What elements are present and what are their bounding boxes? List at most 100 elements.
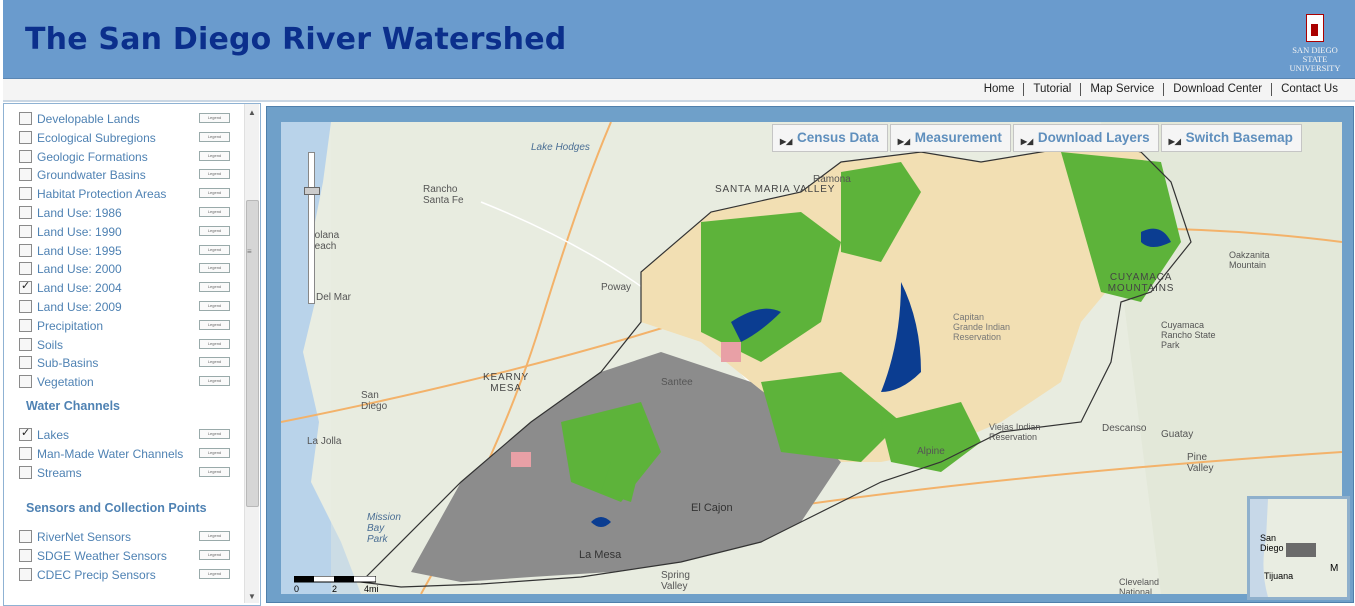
scroll-down-arrow-icon[interactable]: ▼ xyxy=(248,592,256,601)
layer-label[interactable]: CDEC Precip Sensors xyxy=(37,568,156,582)
layer-checkbox[interactable] xyxy=(19,149,32,163)
layer-row[interactable]: Sub-Basins Legend xyxy=(19,355,245,371)
layer-checkbox[interactable] xyxy=(19,337,32,351)
layer-label[interactable]: Man-Made Water Channels xyxy=(37,447,183,461)
legend-button[interactable]: Legend xyxy=(199,282,230,293)
overview-map[interactable]: San Diego Tijuana M xyxy=(1247,496,1350,600)
layer-row[interactable]: Land Use: 1986 Legend xyxy=(19,205,245,221)
layer-label[interactable]: Land Use: 2000 xyxy=(37,262,122,276)
layer-row[interactable]: Habitat Protection Areas Legend xyxy=(19,186,245,202)
layer-label[interactable]: Ecological Subregions xyxy=(37,131,156,145)
layer-row[interactable]: Soils Legend xyxy=(19,337,245,353)
legend-button[interactable]: Legend xyxy=(199,357,230,368)
layer-row[interactable]: SDGE Weather Sensors Legend xyxy=(19,548,245,564)
legend-button[interactable]: Legend xyxy=(199,569,230,579)
layer-checkbox[interactable] xyxy=(19,187,32,201)
map-canvas[interactable]: Ramona SANTA MARIA VALLEY Rancho Santa F… xyxy=(281,122,1342,594)
layer-checkbox[interactable] xyxy=(19,549,32,563)
legend-button[interactable]: Legend xyxy=(199,376,230,387)
layer-checkbox[interactable] xyxy=(19,300,32,313)
nav-download-center[interactable]: Download Center xyxy=(1163,83,1271,96)
legend-button[interactable]: Legend xyxy=(199,429,230,439)
legend-button[interactable]: Legend xyxy=(199,466,230,477)
legend-button[interactable]: Legend xyxy=(199,447,230,458)
legend-button[interactable]: Legend xyxy=(199,207,230,217)
layer-row[interactable]: RiverNet Sensors Legend xyxy=(19,529,245,545)
zoom-thumb[interactable] xyxy=(304,187,320,195)
legend-button[interactable]: Legend xyxy=(199,188,230,199)
layer-label[interactable]: Land Use: 2009 xyxy=(37,300,122,314)
switch-basemap-button[interactable]: ▶◢ Switch Basemap xyxy=(1160,124,1302,152)
nav-contact-us[interactable]: Contact Us xyxy=(1271,83,1347,96)
layer-checkbox[interactable] xyxy=(19,568,32,581)
layer-row[interactable]: Land Use: 2000 Legend xyxy=(19,261,245,277)
layer-checkbox[interactable] xyxy=(19,426,32,441)
nav-tutorial[interactable]: Tutorial xyxy=(1023,83,1080,96)
legend-button[interactable]: Legend xyxy=(199,550,230,561)
layer-row[interactable]: Ecological Subregions Legend xyxy=(19,130,245,146)
sidebar-scrollbar[interactable]: ▲ ≡ ▼ xyxy=(244,104,259,603)
layer-label[interactable]: Soils xyxy=(37,338,63,352)
layer-checkbox[interactable] xyxy=(19,356,32,370)
layer-label[interactable]: Sub-Basins xyxy=(37,356,98,370)
layer-row[interactable]: Man-Made Water Channels Legend xyxy=(19,446,245,462)
layer-label[interactable]: Land Use: 1995 xyxy=(37,244,122,258)
layer-label[interactable]: Streams xyxy=(37,466,82,480)
layer-checkbox[interactable] xyxy=(19,243,32,257)
layer-label[interactable]: Developable Lands xyxy=(37,112,140,126)
layer-row[interactable]: Precipitation Legend xyxy=(19,318,245,334)
legend-button[interactable]: Legend xyxy=(199,338,230,349)
legend-button[interactable]: Legend xyxy=(199,131,230,142)
layer-row[interactable]: CDEC Precip Sensors Legend xyxy=(19,567,245,583)
layer-checkbox[interactable] xyxy=(19,262,32,276)
legend-button[interactable]: Legend xyxy=(199,319,230,330)
scroll-up-arrow-icon[interactable]: ▲ xyxy=(248,108,256,117)
zoom-slider[interactable] xyxy=(304,152,320,304)
layer-label[interactable]: Vegetation xyxy=(37,375,94,389)
layer-row[interactable]: Geologic Formations Legend xyxy=(19,149,245,165)
layer-label[interactable]: Geologic Formations xyxy=(37,150,148,164)
layer-row[interactable]: Land Use: 2009 Legend xyxy=(19,299,245,315)
nav-home[interactable]: Home xyxy=(975,83,1024,96)
layer-label[interactable]: SDGE Weather Sensors xyxy=(37,549,167,563)
layer-row[interactable]: Vegetation Legend xyxy=(19,374,245,390)
layer-label[interactable]: Precipitation xyxy=(37,319,103,333)
legend-button[interactable]: Legend xyxy=(199,150,230,161)
layer-checkbox[interactable] xyxy=(19,375,32,389)
layer-label[interactable]: RiverNet Sensors xyxy=(37,530,131,544)
layer-row[interactable]: Developable Lands Legend xyxy=(19,111,245,127)
layer-row[interactable]: Streams Legend xyxy=(19,465,245,481)
measurement-button[interactable]: ▶◢ Measurement xyxy=(889,124,1011,152)
legend-button[interactable]: Legend xyxy=(199,225,230,236)
layer-label[interactable]: Lakes xyxy=(37,428,69,442)
zoom-track[interactable] xyxy=(308,152,315,304)
layer-checkbox[interactable] xyxy=(19,224,32,238)
legend-button[interactable]: Legend xyxy=(199,531,230,542)
layer-checkbox[interactable] xyxy=(19,318,32,332)
layer-label[interactable]: Habitat Protection Areas xyxy=(37,187,166,201)
layer-row[interactable]: Lakes Legend xyxy=(19,426,245,443)
layer-row[interactable]: Land Use: 1990 Legend xyxy=(19,224,245,240)
layer-checkbox[interactable] xyxy=(19,206,32,219)
layer-row[interactable]: Groundwater Basins Legend xyxy=(19,167,245,183)
legend-button[interactable]: Legend xyxy=(199,169,230,180)
nav-map-service[interactable]: Map Service xyxy=(1080,83,1163,96)
census-data-button[interactable]: ▶◢ Census Data xyxy=(772,124,888,152)
layer-checkbox[interactable] xyxy=(19,279,32,295)
layer-checkbox[interactable] xyxy=(19,446,32,460)
download-layers-button[interactable]: ▶◢ Download Layers xyxy=(1012,124,1159,152)
layer-checkbox[interactable] xyxy=(19,112,32,125)
layer-label[interactable]: Land Use: 1990 xyxy=(37,225,122,239)
legend-button[interactable]: Legend xyxy=(199,263,230,274)
layer-label[interactable]: Land Use: 2004 xyxy=(37,281,122,295)
layer-checkbox[interactable] xyxy=(19,130,32,144)
layer-checkbox[interactable] xyxy=(19,530,32,544)
layer-label[interactable]: Land Use: 1986 xyxy=(37,206,122,220)
legend-button[interactable]: Legend xyxy=(199,301,230,311)
layer-checkbox[interactable] xyxy=(19,465,32,479)
layer-label[interactable]: Groundwater Basins xyxy=(37,168,146,182)
layer-row[interactable]: Land Use: 1995 Legend xyxy=(19,243,245,259)
layer-row[interactable]: Land Use: 2004 Legend xyxy=(19,279,245,296)
legend-button[interactable]: Legend xyxy=(199,244,230,255)
sdsu-logo[interactable]: SAN DIEGO STATE UNIVERSITY xyxy=(1283,14,1347,73)
